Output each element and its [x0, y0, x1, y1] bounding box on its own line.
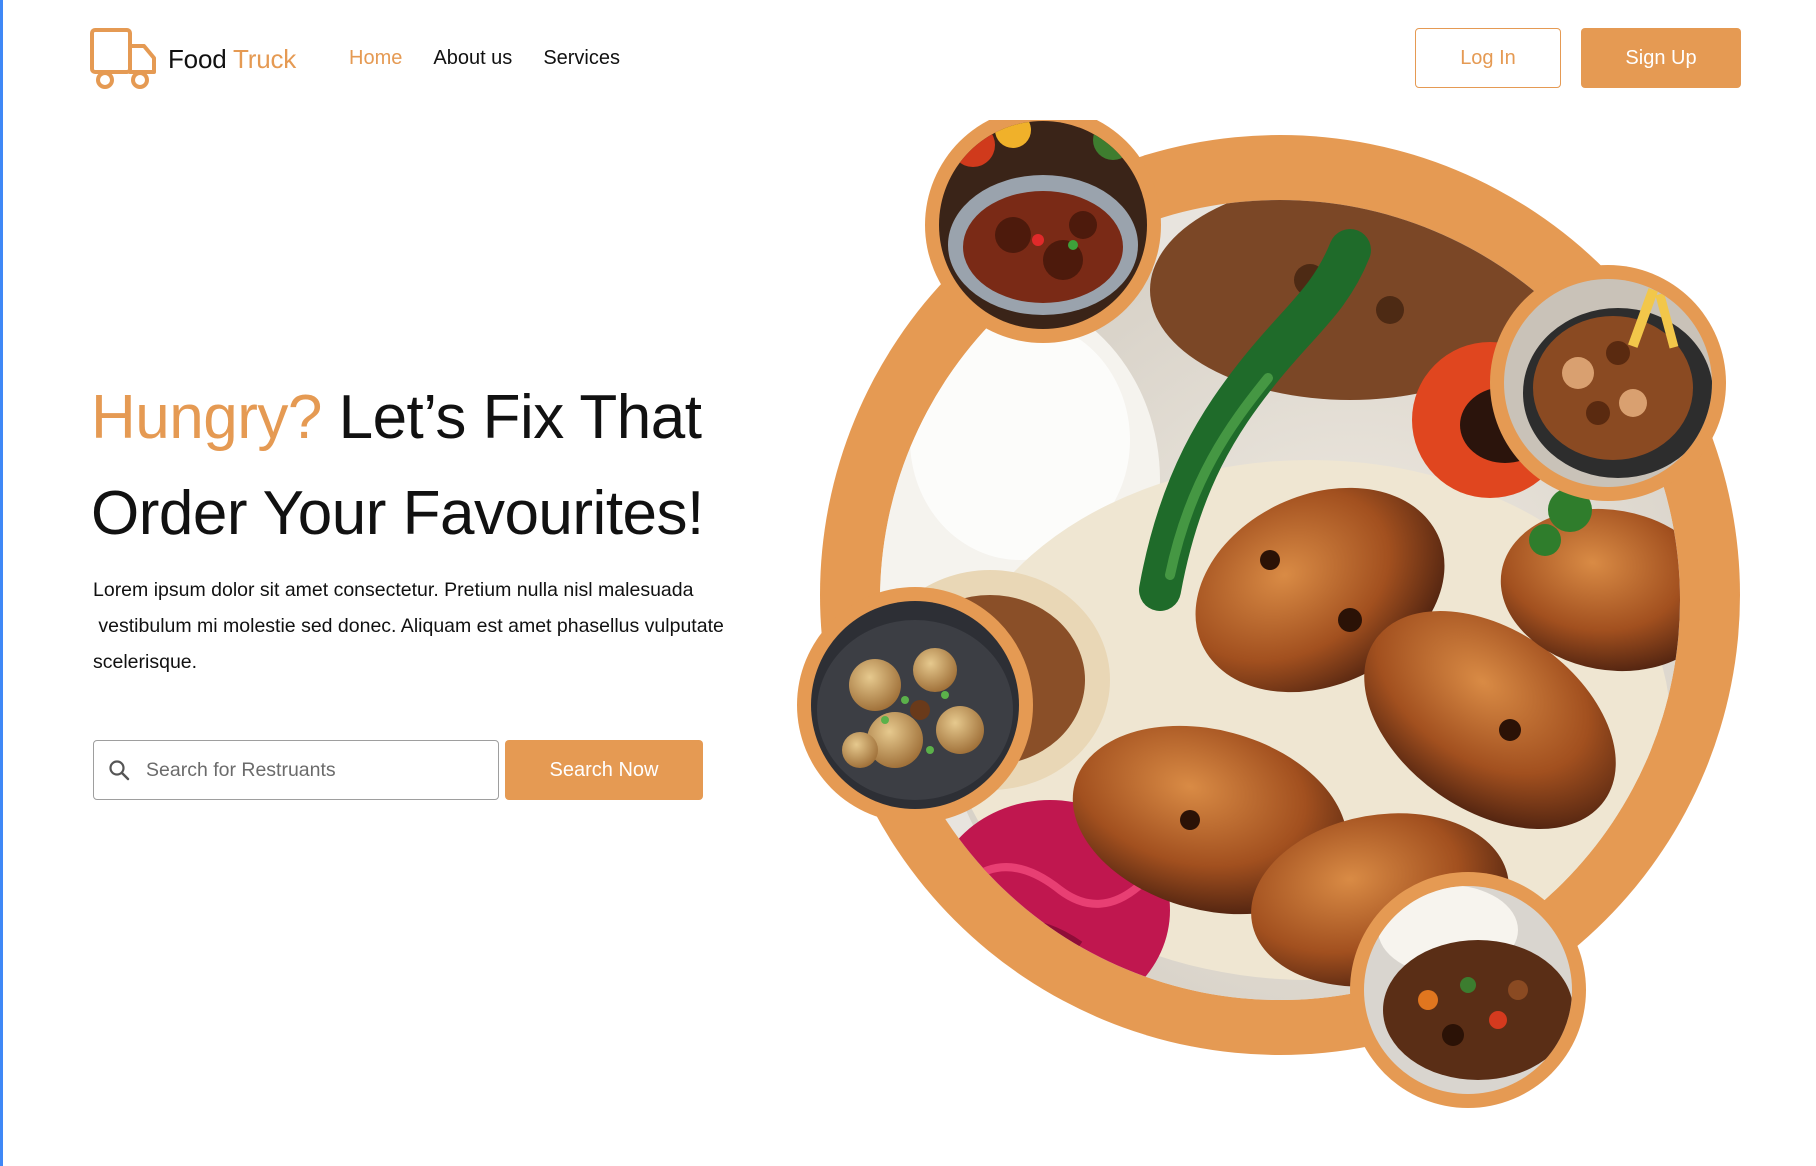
nav-about-us[interactable]: About us: [433, 46, 512, 70]
description-line-3: scelerisque.: [93, 651, 198, 673]
headline-rest: Let’s Fix That: [321, 383, 702, 452]
signup-button[interactable]: Sign Up: [1581, 28, 1741, 88]
search-box: [93, 740, 499, 800]
dish-thumbnail-potatoes: [797, 587, 1033, 823]
logo-text-primary: Food: [168, 43, 227, 74]
description-line-2: vestibulum mi molestie sed donec. Aliqua…: [93, 615, 724, 637]
window-edge: [0, 0, 3, 1166]
logo-text-accent: Truck: [233, 43, 297, 74]
dish-thumbnail-rice-stew: [1350, 872, 1586, 1108]
nav-services[interactable]: Services: [543, 46, 620, 70]
food-hero-image: [797, 120, 1740, 1108]
search-now-button[interactable]: Search Now: [505, 740, 703, 800]
logo[interactable]: Food Truck: [90, 28, 296, 90]
hero-headline: Hungry? Let’s Fix That Order Your Favour…: [91, 370, 704, 562]
main-nav: Home About us Services: [349, 46, 620, 70]
description-line-1: Lorem ipsum dolor sit amet consectetur. …: [93, 579, 694, 601]
truck-icon: [90, 28, 156, 89]
nav-home[interactable]: Home: [349, 46, 402, 70]
login-button[interactable]: Log In: [1415, 28, 1561, 88]
headline-line-2: Order Your Favourites!: [91, 479, 704, 548]
search-input[interactable]: [138, 740, 498, 800]
landing-page: Food Truck Home About us Services Log In…: [0, 0, 1816, 1166]
logo-text: Food Truck: [168, 44, 296, 75]
hero-description: Lorem ipsum dolor sit amet consectetur. …: [93, 572, 753, 680]
dish-thumbnail-chicken-onion: [1490, 265, 1726, 501]
search-icon: [108, 759, 138, 781]
headline-accent: Hungry?: [91, 383, 322, 452]
